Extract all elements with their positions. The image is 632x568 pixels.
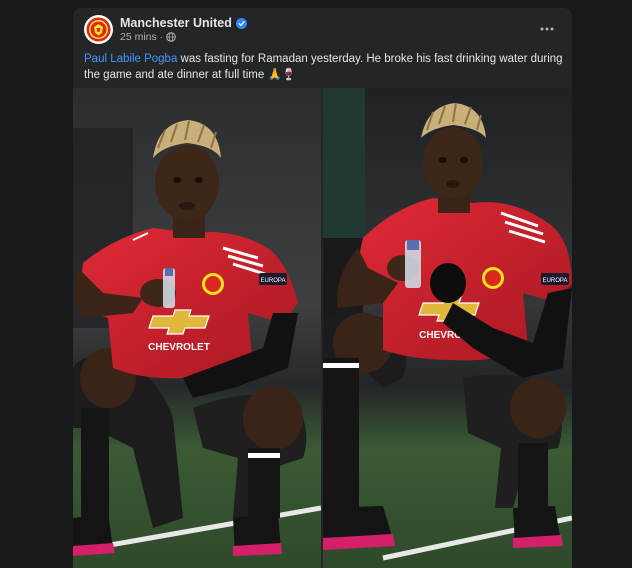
- player-photo-image: CHEVROLET EUROPA: [73, 88, 321, 568]
- facebook-post: Manchester United 25 mins · Paul Labile …: [73, 8, 572, 568]
- post-photo-1[interactable]: CHEVROLET EUROPA: [73, 88, 321, 568]
- club-crest-icon: [86, 17, 111, 42]
- page-name-row: Manchester United: [120, 16, 247, 30]
- post-caption: Paul Labile Pogba was fasting for Ramada…: [84, 51, 564, 83]
- globe-icon: [165, 32, 176, 42]
- photo-grid: CHEVROLET EUROPA CHEVROLET EUROPA: [73, 88, 572, 568]
- post-meta: 25 mins ·: [120, 31, 176, 43]
- more-options-button[interactable]: [534, 16, 560, 42]
- post-timestamp[interactable]: 25 mins: [120, 31, 157, 43]
- more-options-icon: [540, 27, 554, 31]
- caption-emojis: 🙏🍷: [267, 69, 297, 81]
- page-name[interactable]: Manchester United: [120, 16, 232, 30]
- post-photo-2[interactable]: CHEVROLET EUROPA: [323, 88, 572, 568]
- player-photo-image: CHEVROLET EUROPA: [323, 88, 572, 568]
- sleeve-badge-text: EUROPA: [261, 278, 286, 284]
- meta-separator: ·: [159, 32, 163, 42]
- sleeve-badge-text: EUROPA: [543, 278, 568, 284]
- shirt-sponsor-text: CHEVROLET: [148, 342, 210, 353]
- post-header: Manchester United 25 mins ·: [73, 8, 572, 52]
- verified-badge-icon: [235, 17, 247, 29]
- page-avatar[interactable]: [84, 15, 113, 44]
- mention-link[interactable]: Paul Labile Pogba: [84, 53, 177, 65]
